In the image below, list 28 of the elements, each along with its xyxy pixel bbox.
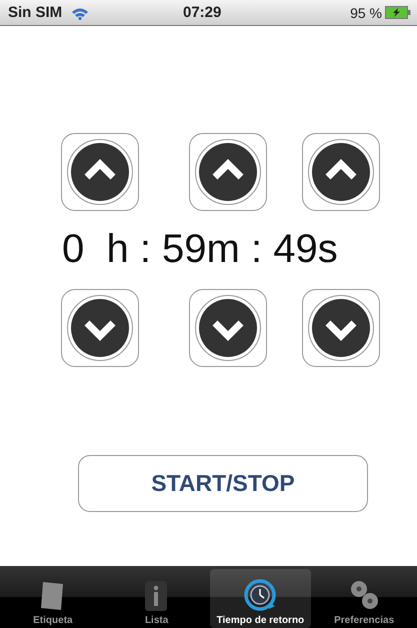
- carrier-label: Sin SIM: [8, 4, 62, 21]
- tab-label: Lista: [144, 615, 168, 626]
- chevron-up-icon: [307, 138, 375, 206]
- chevron-down-icon: [194, 294, 262, 362]
- decrease-button[interactable]: [61, 289, 139, 367]
- decrease-button[interactable]: [189, 289, 267, 367]
- chevron-down-icon: [307, 294, 375, 362]
- chevron-down-icon: [66, 294, 134, 362]
- chevron-up-icon: [194, 138, 262, 206]
- tab[interactable]: Lista: [106, 569, 208, 628]
- increase-button[interactable]: [61, 133, 139, 211]
- tab[interactable]: Tiempo de retorno: [210, 569, 312, 628]
- battery-icon: [385, 6, 411, 19]
- increase-button[interactable]: [189, 133, 267, 211]
- tab-label: Etiqueta: [33, 615, 73, 626]
- wifi-icon: [70, 6, 90, 20]
- clock-icon: [244, 579, 276, 613]
- tab[interactable]: Etiqueta: [2, 569, 104, 628]
- battery-percent: 95 %: [350, 4, 382, 20]
- tab[interactable]: Preferencias: [313, 569, 415, 628]
- timer-readout: 0 h : 59m : 49s: [61, 226, 339, 273]
- chevron-up-icon: [66, 138, 134, 206]
- increase-button[interactable]: [302, 133, 380, 211]
- tab-label: Tiempo de retorno: [216, 615, 304, 626]
- tab-label: Preferencias: [334, 615, 394, 626]
- clock-time: 07:29: [183, 4, 222, 21]
- decrease-button[interactable]: [302, 289, 380, 367]
- start-stop-button[interactable]: START/STOP: [78, 455, 368, 512]
